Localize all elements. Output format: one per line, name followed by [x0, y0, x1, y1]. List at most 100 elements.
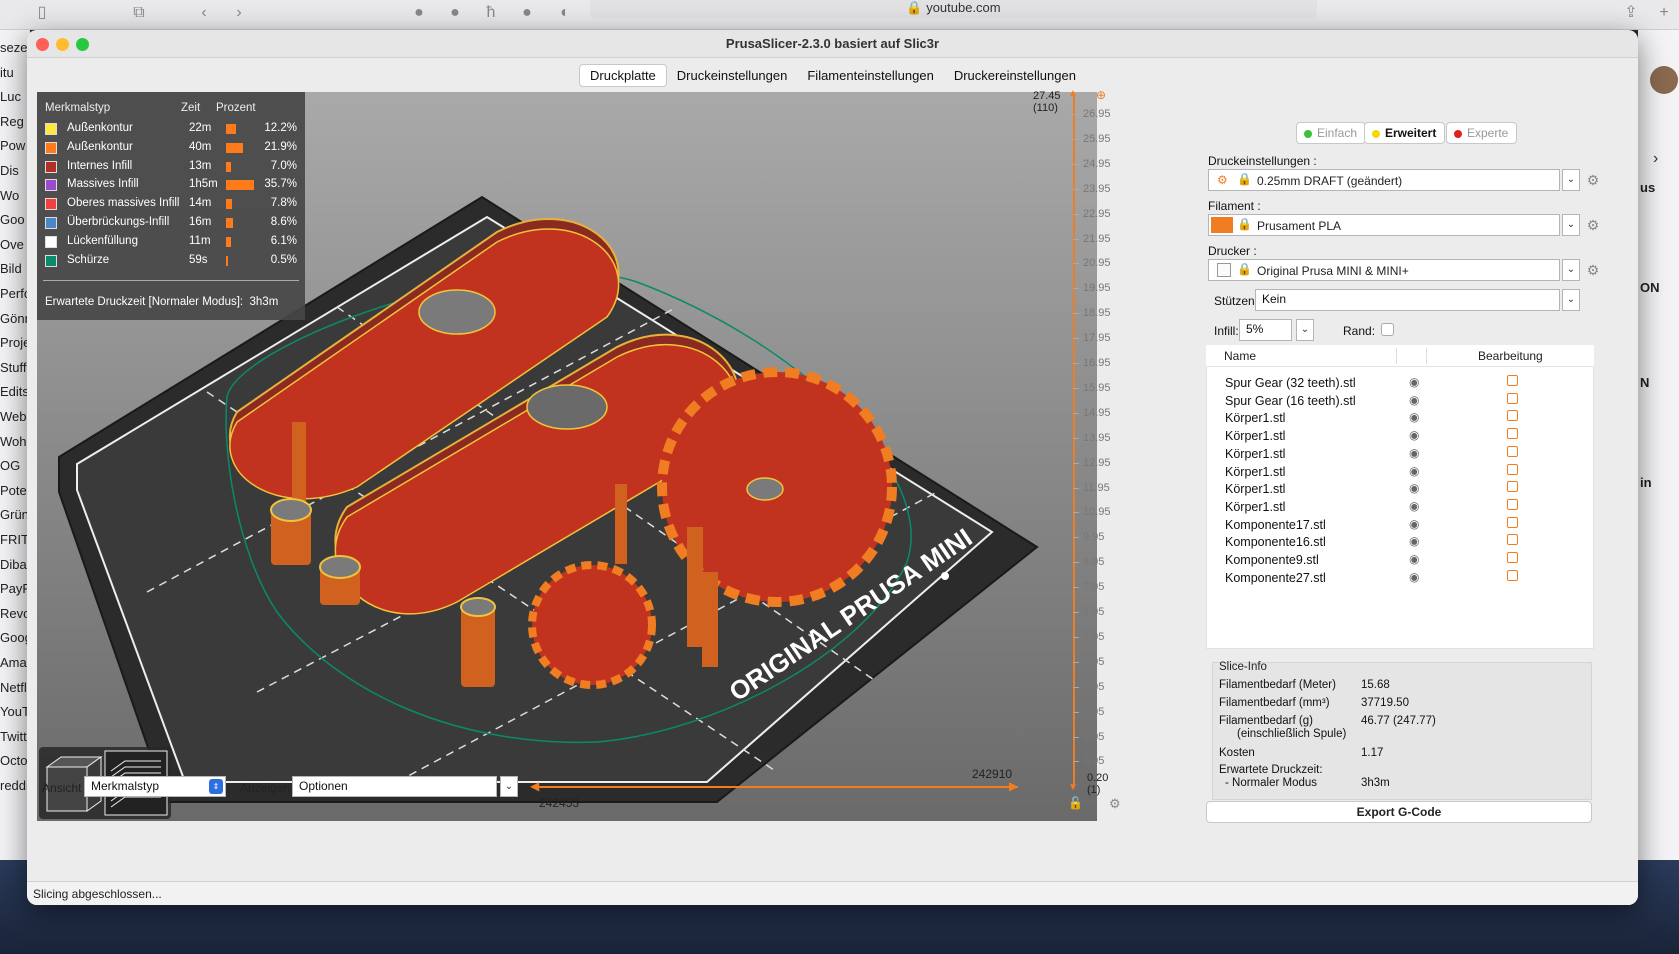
new-tab-icon[interactable]: +	[1655, 4, 1673, 22]
object-row[interactable]: Körper1.stl ◉	[1207, 480, 1593, 498]
eye-icon[interactable]: ◉	[1409, 552, 1419, 566]
sidebar-icon[interactable]: ▯	[33, 4, 51, 22]
edit-icon[interactable]	[1507, 463, 1518, 475]
mode-button-erweitert[interactable]: Erweitert	[1364, 122, 1446, 144]
edit-icon[interactable]	[1507, 552, 1518, 563]
col-name-header[interactable]: Name	[1224, 349, 1256, 363]
eye-icon[interactable]: ◉	[1409, 428, 1419, 442]
object-name: Körper1.stl	[1225, 464, 1286, 479]
export-gcode-button[interactable]: Export G-Code	[1206, 801, 1592, 823]
mode-button-einfach[interactable]: Einfach	[1296, 122, 1367, 144]
3d-preview-canvas[interactable]: ORIGINAL PRUSA MINI Merkmalstyp Zeit Pro…	[37, 92, 1097, 821]
edit-icon[interactable]	[1507, 498, 1518, 510]
layer-tick-mark	[1073, 338, 1079, 340]
tab-filamenteinstellungen[interactable]: Filamenteinstellungen	[797, 65, 943, 86]
print-settings-gear-icon[interactable]: ⚙	[1585, 172, 1601, 188]
forward-icon[interactable]: ›	[230, 4, 248, 22]
supports-combo[interactable]: Kein	[1255, 289, 1560, 311]
filament-combo[interactable]: 🔒 Prusament PLA	[1208, 214, 1560, 236]
edit-icon[interactable]	[1507, 445, 1518, 457]
legend-bar	[226, 236, 231, 247]
brim-checkbox[interactable]	[1381, 323, 1394, 336]
lock-icon[interactable]: 🔓	[1068, 796, 1083, 810]
object-row[interactable]: Spur Gear (32 teeth).stl ◉	[1207, 374, 1593, 392]
object-row[interactable]: Spur Gear (16 teeth).stl ◉	[1207, 392, 1593, 410]
eye-icon[interactable]: ◉	[1409, 534, 1419, 548]
object-row[interactable]: Komponente27.stl ◉	[1207, 569, 1593, 587]
edit-icon[interactable]	[1507, 410, 1518, 422]
object-row[interactable]: Komponente9.stl ◉	[1207, 551, 1593, 569]
filament-dropdown[interactable]: ⌄	[1562, 214, 1580, 236]
object-row[interactable]: Komponente17.stl ◉	[1207, 516, 1593, 534]
object-row[interactable]: Körper1.stl ◉	[1207, 498, 1593, 516]
h-slider-left-handle[interactable]: ◀	[530, 779, 539, 793]
edit-icon[interactable]	[1507, 481, 1518, 493]
infill-dropdown[interactable]: ⌄	[1296, 319, 1314, 341]
eye-icon[interactable]: ◉	[1409, 393, 1419, 407]
tab-overview-icon[interactable]: ⧉	[130, 4, 148, 22]
edit-icon[interactable]	[1507, 534, 1518, 546]
legend-row: Außenkontur 22m 12.2%	[37, 120, 305, 139]
tab-druckplatte[interactable]: Druckplatte	[579, 64, 667, 87]
view-select[interactable]: Merkmalstyp ⇕	[84, 776, 226, 797]
shield-icon[interactable]: ◐	[556, 4, 574, 22]
layer-tick-mark	[1073, 412, 1079, 414]
horizontal-slider-track[interactable]	[534, 786, 1018, 788]
eye-icon[interactable]: ◉	[1409, 517, 1419, 531]
object-name: Spur Gear (16 teeth).stl	[1225, 393, 1356, 408]
extension-circle-icon[interactable]: ●	[518, 4, 536, 22]
printer-combo[interactable]: 🔒 Original Prusa MINI & MINI+	[1208, 259, 1560, 281]
address-bar[interactable]: 🔒 youtube.com	[590, 0, 1317, 18]
eye-icon[interactable]: ◉	[1409, 375, 1419, 389]
adblock-icon[interactable]: ●	[410, 4, 428, 22]
printer-gear-icon[interactable]: ⚙	[1585, 262, 1601, 278]
layer-slider-track[interactable]	[1073, 96, 1075, 786]
background-sidebar: seze itu Luc Reg Pow Dis Wo Goo Ove Bild Perfo Gönn…	[0, 30, 30, 860]
eye-icon[interactable]: ◉	[1409, 499, 1419, 513]
layer-top-handle[interactable]: ▲	[1068, 88, 1078, 99]
legend-time: 11m	[189, 234, 211, 247]
eye-icon[interactable]: ◉	[1409, 446, 1419, 460]
printer-dropdown[interactable]: ⌄	[1562, 259, 1580, 281]
title-bar: PrusaSlicer-2.3.0 basiert auf Slic3r	[27, 30, 1638, 58]
share-icon[interactable]: ⇪	[1622, 4, 1640, 22]
mode-button-experte[interactable]: Experte	[1446, 122, 1518, 144]
show-options-dropdown[interactable]: ⌄	[500, 776, 518, 797]
object-row[interactable]: Körper1.stl ◉	[1207, 427, 1593, 445]
edit-icon[interactable]	[1507, 569, 1518, 581]
infill-combo[interactable]: 5%	[1239, 319, 1292, 341]
avatar[interactable]	[1650, 66, 1678, 94]
eye-icon[interactable]: ◉	[1409, 570, 1419, 584]
extension-icon[interactable]: ●	[446, 4, 464, 22]
back-icon[interactable]: ‹	[195, 4, 213, 22]
show-options-combo[interactable]: Optionen	[292, 776, 497, 797]
object-row[interactable]: Körper1.stl ◉	[1207, 463, 1593, 481]
edit-icon[interactable]	[1507, 375, 1518, 386]
eye-icon[interactable]: ◉	[1409, 410, 1419, 424]
eye-icon[interactable]: ◉	[1409, 481, 1419, 495]
tube-top	[319, 555, 361, 579]
object-row[interactable]: Körper1.stl ◉	[1207, 409, 1593, 427]
chevron-right-icon[interactable]: ›	[1653, 150, 1658, 168]
print-settings-combo[interactable]: ⚙ 🔒 0.25mm DRAFT (geändert)	[1208, 169, 1560, 191]
edit-icon[interactable]	[1507, 428, 1518, 440]
col-edit-header[interactable]: Bearbeitung	[1478, 349, 1543, 363]
tab-druckeinstellungen[interactable]: Druckeinstellungen	[667, 65, 798, 86]
eye-icon[interactable]: ◉	[1409, 464, 1419, 478]
object-row[interactable]: Komponente16.stl ◉	[1207, 533, 1593, 551]
filament-gear-icon[interactable]: ⚙	[1585, 217, 1601, 233]
layer-tick-mark	[1073, 213, 1079, 215]
layer-slider[interactable]: 27.45 (110) ▲ ⊕ ▼ 0.20 (1) 🔓 ⚙ 26.95 25.9…	[1031, 88, 1121, 840]
edit-icon[interactable]	[1507, 392, 1518, 404]
add-color-change-icon[interactable]: ⊕	[1096, 88, 1106, 102]
supports-dropdown[interactable]: ⌄	[1562, 289, 1580, 311]
layer-bottom-handle[interactable]: ▼	[1068, 782, 1078, 793]
extension-h-icon[interactable]: ħ	[482, 4, 500, 22]
object-name: Komponente9.stl	[1225, 553, 1319, 567]
cog-icon[interactable]: ⚙	[1109, 796, 1121, 812]
object-row[interactable]: Körper1.stl ◉	[1207, 445, 1593, 463]
tab-druckereinstellungen[interactable]: Druckereinstellungen	[944, 65, 1086, 86]
print-settings-dropdown[interactable]: ⌄	[1562, 169, 1580, 191]
edit-icon[interactable]	[1507, 516, 1518, 528]
h-slider-right-handle[interactable]: ▶	[1009, 779, 1018, 793]
